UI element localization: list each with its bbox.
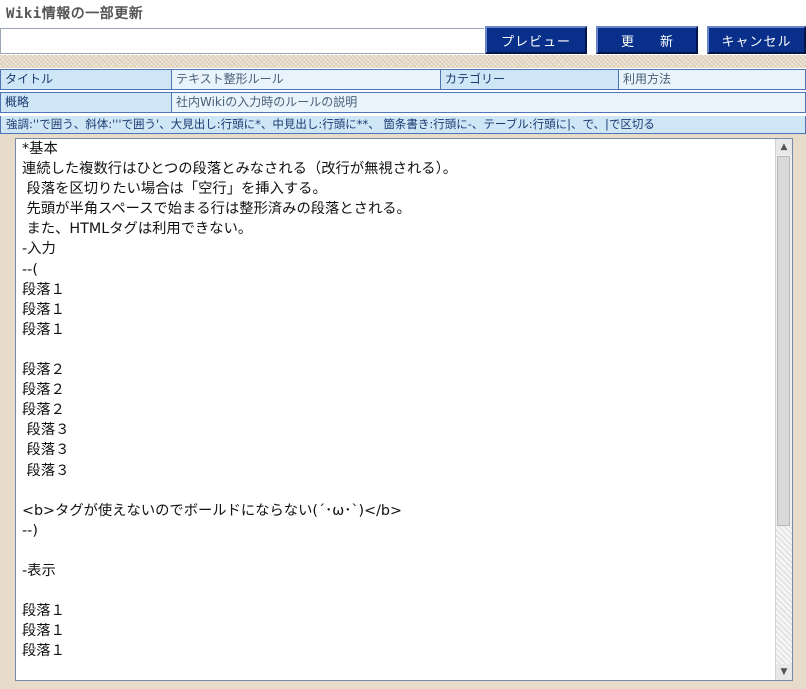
update-button[interactable]: 更 新 [596, 26, 698, 54]
scrollbar-track[interactable] [776, 527, 792, 664]
cancel-button[interactable]: キャンセル [707, 26, 806, 54]
summary-label: 概略 [0, 92, 172, 113]
scrollbar-thumb[interactable] [777, 156, 790, 526]
wiki-body-textarea[interactable]: *基本 連続した複数行はひとつの段落とみなされる（改行が無視される）。 段落を区… [15, 138, 793, 681]
scroll-up-arrow-icon[interactable]: ▲ [776, 139, 792, 155]
editor-scrollbar[interactable]: ▲ ▼ [775, 139, 792, 680]
title-field[interactable]: テキスト整形ルール [171, 69, 441, 90]
editor-content[interactable]: *基本 連続した複数行はひとつの段落とみなされる（改行が無視される）。 段落を区… [22, 139, 772, 661]
update-button-label: 更 新 [620, 34, 673, 50]
category-label: カテゴリー [440, 69, 619, 90]
formatting-hint: 強調:''で囲う、斜体:'''で囲う'、大見出し:行頭に*、中見出し:行頭に**… [0, 116, 806, 134]
edit-summary-input[interactable] [0, 28, 484, 54]
scroll-down-arrow-icon[interactable]: ▼ [776, 664, 792, 680]
preview-button[interactable]: プレビュー [485, 26, 587, 54]
category-field[interactable]: 利用方法 [618, 69, 806, 90]
meta-table: タイトル テキスト整形ルール カテゴリー 利用方法 概略 社内Wikiの入力時の… [0, 68, 806, 116]
title-label: タイトル [0, 69, 172, 90]
summary-field[interactable]: 社内Wikiの入力時のルールの説明 [171, 92, 806, 113]
page-title: Wiki情報の一部更新 [6, 6, 144, 22]
decorative-divider [0, 55, 806, 68]
